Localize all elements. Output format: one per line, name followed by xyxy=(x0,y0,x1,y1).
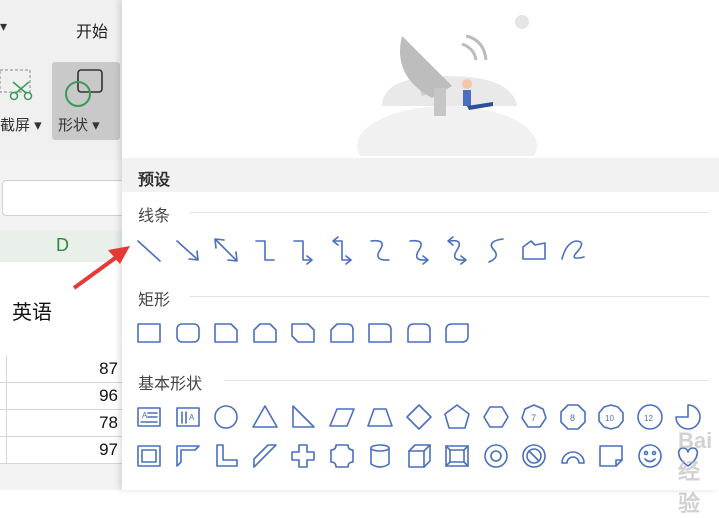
snip-and-round-rectangle-icon[interactable] xyxy=(327,318,357,348)
curved-double-arrow-connector-icon[interactable] xyxy=(442,235,472,265)
elbow-arrow-connector-icon[interactable] xyxy=(288,235,318,265)
divider xyxy=(190,296,709,297)
screenshot-button[interactable]: 截屏 ▾ xyxy=(0,62,44,140)
plaque-icon[interactable] xyxy=(327,441,357,471)
snip-diagonal-corner-rectangle-icon[interactable] xyxy=(288,318,318,348)
cross-icon[interactable] xyxy=(288,441,318,471)
preset-title: 预设 xyxy=(138,172,171,189)
octagon-icon[interactable]: 8 xyxy=(558,402,588,432)
section-title-lines: 线条 xyxy=(138,208,171,225)
half-frame-icon[interactable] xyxy=(173,441,203,471)
table-row[interactable]: 87 xyxy=(0,356,126,383)
frame-icon[interactable] xyxy=(134,441,164,471)
svg-text:A: A xyxy=(142,411,148,420)
chevron-down-icon[interactable]: ▾ xyxy=(0,18,7,35)
no-symbol-icon[interactable] xyxy=(519,441,549,471)
cell-value: 97 xyxy=(99,440,118,459)
red-arrow-annotation xyxy=(72,246,130,290)
trapezoid-icon[interactable] xyxy=(365,402,395,432)
shape-button[interactable]: 形状 ▾ xyxy=(52,62,120,140)
pentagon-icon[interactable] xyxy=(442,402,472,432)
ribbon: ▾ 开始 截屏 ▾ 形状 ▾ xyxy=(0,0,126,160)
text-box-icon[interactable]: A xyxy=(134,402,164,432)
l-shape-icon[interactable] xyxy=(211,441,241,471)
dodecagon-icon[interactable]: 12 xyxy=(635,402,665,432)
decagon-icon[interactable]: 10 xyxy=(596,402,626,432)
scribble-icon[interactable] xyxy=(558,235,588,265)
vertical-text-box-icon[interactable]: A xyxy=(173,402,203,432)
snip-same-side-corner-rectangle-icon[interactable] xyxy=(250,318,280,348)
triangle-icon[interactable] xyxy=(250,402,280,432)
divider xyxy=(224,380,709,381)
svg-text:8: 8 xyxy=(570,413,575,423)
shape-label: 形状 xyxy=(58,117,89,134)
section-title-rectangles: 矩形 xyxy=(138,292,171,309)
parallelogram-icon[interactable] xyxy=(327,402,357,432)
formula-input[interactable] xyxy=(2,180,128,216)
svg-text:10: 10 xyxy=(605,414,614,423)
curved-arrow-connector-icon[interactable] xyxy=(404,235,434,265)
diagonal-stripe-icon[interactable] xyxy=(250,441,280,471)
diamond-icon[interactable] xyxy=(404,402,434,432)
shape-icon xyxy=(65,69,103,107)
donut-icon[interactable] xyxy=(481,441,511,471)
section-title-basic-shapes: 基本形状 xyxy=(138,376,203,393)
smiley-face-icon[interactable] xyxy=(635,441,665,471)
elbow-double-arrow-connector-icon[interactable] xyxy=(327,235,357,265)
tab-start[interactable]: 开始 xyxy=(76,18,108,42)
satellite-illustration xyxy=(357,15,537,156)
rounded-rectangle-icon[interactable] xyxy=(173,318,203,348)
freeform-icon[interactable] xyxy=(519,235,549,265)
screenshot-label: 截屏 xyxy=(0,117,31,134)
header-cell-text: 英语 xyxy=(12,302,52,324)
svg-text:7: 7 xyxy=(531,413,536,423)
cell-value: 96 xyxy=(99,386,118,405)
svg-text:A: A xyxy=(189,413,195,422)
rectangle-icon[interactable] xyxy=(134,318,164,348)
block-arc-icon[interactable] xyxy=(558,441,588,471)
svg-text:12: 12 xyxy=(644,414,653,423)
double-arrow-line-icon[interactable] xyxy=(211,235,241,265)
bevel-icon[interactable] xyxy=(442,441,472,471)
arrow-line-icon[interactable] xyxy=(173,235,203,265)
curve-icon[interactable] xyxy=(481,235,511,265)
round-same-side-corner-rectangle-icon[interactable] xyxy=(404,318,434,348)
column-letter: D xyxy=(56,235,69,255)
right-triangle-icon[interactable] xyxy=(288,402,318,432)
hexagon-icon[interactable] xyxy=(481,402,511,432)
table-row[interactable]: 78 xyxy=(0,410,126,437)
cell-value: 87 xyxy=(99,359,118,378)
table-row[interactable]: 97 xyxy=(0,437,126,464)
oval-icon[interactable] xyxy=(211,402,241,432)
cell-value: 78 xyxy=(99,413,118,432)
round-diagonal-corner-rectangle-icon[interactable] xyxy=(442,318,472,348)
snip-single-corner-rectangle-icon[interactable] xyxy=(211,318,241,348)
cube-icon[interactable] xyxy=(404,441,434,471)
can-icon[interactable] xyxy=(365,441,395,471)
table-row[interactable]: 96 xyxy=(0,383,126,410)
round-single-corner-rectangle-icon[interactable] xyxy=(365,318,395,348)
divider xyxy=(190,212,709,213)
screenshot-icon xyxy=(0,69,33,101)
shape-gallery-panel: 预设 线条 矩形 基本形状 A A 7 8 10 12 Bai 经验 xyxy=(122,0,719,516)
elbow-connector-icon[interactable] xyxy=(250,235,280,265)
watermark: Bai 经验 xyxy=(678,428,713,516)
curved-connector-icon[interactable] xyxy=(365,235,395,265)
preset-header: 预设 xyxy=(122,158,719,192)
heptagon-icon[interactable]: 7 xyxy=(519,402,549,432)
line-icon[interactable] xyxy=(134,235,164,265)
folded-corner-icon[interactable] xyxy=(596,441,626,471)
